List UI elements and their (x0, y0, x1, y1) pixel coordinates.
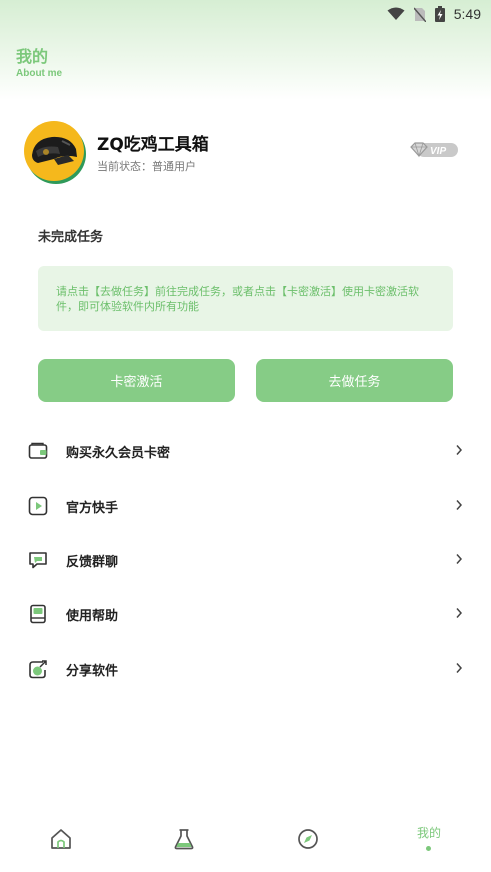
compass-icon (298, 829, 318, 849)
menu-item-label: 反馈群聊 (66, 555, 119, 570)
avatar[interactable] (24, 121, 84, 181)
chevron-right-icon (456, 554, 463, 564)
task-notice: 请点击【去做任务】前往完成任务，或者点击【卡密激活】使用卡密激活软件，即可体验软… (38, 266, 453, 331)
tab-mine-label: 我的 (416, 826, 441, 840)
page-subtitle: About me (16, 68, 63, 79)
wallet-icon (28, 442, 48, 459)
chevron-right-icon (456, 445, 463, 455)
active-tab-indicator (426, 846, 431, 851)
tab-lab[interactable] (154, 810, 214, 872)
video-play-icon (28, 496, 48, 516)
flask-icon (174, 829, 194, 850)
tab-mine[interactable]: 我的 (399, 810, 459, 872)
bottom-tab-bar: 我的 (0, 810, 491, 872)
vip-badge: VIP (410, 142, 458, 158)
page-title: 我的 (16, 47, 49, 66)
helmet-icon (32, 136, 77, 165)
menu-item-kuaishou[interactable]: 官方快手 (0, 478, 491, 532)
battery-charging-icon (434, 6, 445, 22)
status-bar: 5:49 (0, 0, 491, 28)
menu-item-label: 使用帮助 (66, 609, 119, 624)
menu-item-label: 官方快手 (66, 501, 119, 516)
activate-card-button[interactable]: 卡密激活 (38, 359, 235, 402)
menu-item-buy-vip[interactable]: 购买永久会员卡密 (0, 423, 491, 477)
tab-home[interactable] (31, 810, 91, 872)
do-task-button[interactable]: 去做任务 (256, 359, 453, 402)
home-icon (51, 829, 71, 849)
no-sim-icon (413, 7, 426, 22)
clock: 5:49 (453, 6, 481, 22)
wifi-icon (387, 7, 405, 20)
profile-card[interactable]: ZQ吃鸡工具箱 当前状态：普通用户 VIP (24, 121, 469, 183)
menu-item-help[interactable]: 使用帮助 (0, 586, 491, 640)
chevron-right-icon (456, 663, 463, 673)
username: ZQ吃鸡工具箱 (97, 135, 209, 155)
book-icon (30, 604, 46, 624)
chevron-right-icon (456, 608, 463, 618)
menu-item-label: 分享软件 (66, 664, 119, 679)
share-icon (29, 660, 47, 679)
menu-item-feedback-group[interactable]: 反馈群聊 (0, 532, 491, 586)
menu-item-label: 购买永久会员卡密 (66, 446, 171, 461)
chat-icon (29, 552, 47, 569)
chevron-right-icon (456, 500, 463, 510)
user-status: 当前状态：普通用户 (97, 160, 196, 173)
vip-badge-label: VIP (430, 146, 446, 157)
menu-item-share[interactable]: 分享软件 (0, 641, 491, 695)
tab-discover[interactable] (278, 810, 338, 872)
task-section-title: 未完成任务 (38, 230, 104, 245)
